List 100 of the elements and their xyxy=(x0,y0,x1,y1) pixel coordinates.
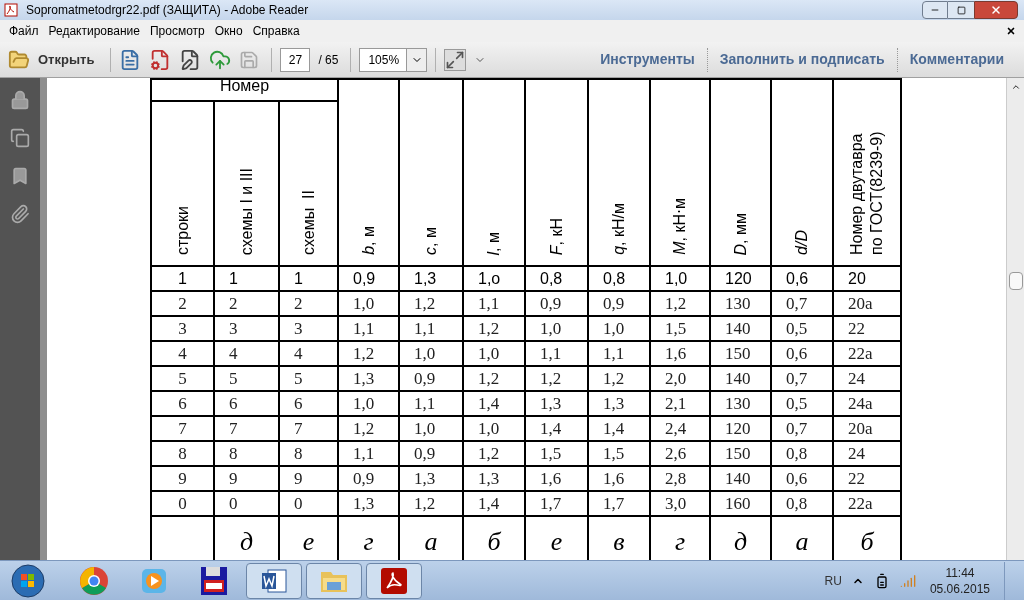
pdf-icon xyxy=(4,3,18,17)
table-cell: 0,9 xyxy=(414,368,436,388)
close-icon xyxy=(990,4,1002,16)
table-cell: 0 xyxy=(178,493,187,513)
zoom-dropdown[interactable]: 105% xyxy=(359,47,428,72)
menu-item[interactable]: Окно xyxy=(209,22,248,40)
full-screen-icon[interactable] xyxy=(444,48,467,71)
table-cell: 1,1 xyxy=(414,318,436,338)
signal-icon[interactable] xyxy=(899,572,916,589)
lock-icon[interactable] xyxy=(10,90,30,110)
panel-tab[interactable]: Инструменты xyxy=(588,49,707,70)
table-cell: 2 xyxy=(294,293,303,313)
restore-icon xyxy=(956,5,966,15)
group-header: Номер xyxy=(219,78,270,94)
table-cell: 1,0 xyxy=(353,293,375,313)
scheme-letter: в xyxy=(613,527,625,556)
menu-item[interactable]: Редактирование xyxy=(43,22,145,40)
table-cell: 7 xyxy=(178,418,187,438)
table-cell: 1,6 xyxy=(665,343,687,363)
table-cell: 1,2 xyxy=(665,293,687,313)
start-button[interactable] xyxy=(8,562,48,599)
restore-button[interactable] xyxy=(948,1,974,19)
table-cell: 1,2 xyxy=(353,343,375,363)
bookmark-icon[interactable] xyxy=(10,166,30,186)
page-number-field[interactable]: 27 xyxy=(280,47,311,72)
table-cell: 0,7 xyxy=(786,293,808,313)
scrollbar[interactable] xyxy=(1006,78,1024,560)
table-cell: 1,0 xyxy=(414,343,436,363)
table-cell: 3 xyxy=(294,318,303,338)
table-cell: 1,1 xyxy=(478,293,500,313)
table-cell: 0,6 xyxy=(786,269,809,287)
minimize-button[interactable] xyxy=(922,1,948,19)
table-cell: 150 xyxy=(725,443,751,463)
menu-item[interactable]: Файл xyxy=(4,22,44,40)
browser-icon xyxy=(79,565,109,596)
table-cell: 2,0 xyxy=(665,368,687,388)
table-cell: 7 xyxy=(229,418,238,438)
table-cell: 0,6 xyxy=(786,468,808,488)
table-cell: 130 xyxy=(725,393,751,413)
table-cell: 1,4 xyxy=(603,418,625,438)
table-cell: 2,8 xyxy=(665,468,687,488)
table-cell: 1,0 xyxy=(478,418,500,438)
table-cell: 1,0 xyxy=(414,418,436,438)
table-cell: 2,6 xyxy=(665,443,687,463)
scheme-letter: б xyxy=(487,527,501,556)
table-cell: 1,2 xyxy=(478,318,500,338)
page-count: / 65 xyxy=(318,51,339,69)
save-icon[interactable] xyxy=(239,49,260,70)
column-header: c, м xyxy=(421,227,440,255)
table-cell: 3 xyxy=(178,318,187,338)
table-cell: 150 xyxy=(725,343,751,363)
column-header: M, кН⋅м xyxy=(670,198,689,255)
table-cell: 1,0 xyxy=(665,269,688,287)
cloud-upload-icon[interactable] xyxy=(209,48,232,71)
open-button[interactable]: Открыть xyxy=(8,48,103,71)
table-cell: 0,8 xyxy=(603,269,626,287)
table-cell: 0,9 xyxy=(353,269,376,287)
taskbar-app[interactable] xyxy=(366,562,422,599)
scrollbar-thumb[interactable] xyxy=(1008,272,1023,290)
table-cell: 1,4 xyxy=(478,393,500,413)
table-cell: 1,3 xyxy=(540,393,562,413)
table-cell: 4 xyxy=(229,343,238,363)
scheme-letter: г xyxy=(674,527,686,556)
clock[interactable]: 11:44 05.06.2015 xyxy=(925,564,994,597)
table-cell: 0,8 xyxy=(786,493,808,513)
table-cell: 0 xyxy=(294,493,303,513)
table-cell: 1 xyxy=(229,269,238,287)
scheme-letter: д xyxy=(733,527,748,556)
table-cell: 24 xyxy=(848,443,865,463)
table-cell: 1,1 xyxy=(603,343,625,363)
table-cell: 1,2 xyxy=(603,368,625,388)
table-cell: 1,3 xyxy=(414,468,436,488)
table-cell: 1,4 xyxy=(540,418,562,438)
table-cell: 4 xyxy=(294,343,303,363)
table-cell: 9 xyxy=(294,468,303,488)
pages-icon[interactable] xyxy=(10,128,30,148)
table-cell: 1,3 xyxy=(353,493,375,513)
table-cell: 2,4 xyxy=(665,418,687,438)
column-header: b, м xyxy=(358,226,378,255)
panel-tab[interactable]: Комментарии xyxy=(897,49,1016,70)
paperclip-icon[interactable] xyxy=(10,204,30,224)
window-title: Sopromatmetodrgr22.pdf (ЗАЩИТА) - Adobe Reader xyxy=(26,2,309,19)
table-cell: 0,7 xyxy=(786,368,808,388)
scheme-letter: д xyxy=(239,527,254,556)
scroll-up-icon[interactable] xyxy=(1010,82,1021,92)
table-cell: 1,2 xyxy=(478,368,500,388)
table-cell: 1 xyxy=(178,269,187,287)
menu-item[interactable]: Просмотр xyxy=(144,22,210,40)
table-cell: 20 xyxy=(848,269,866,287)
close-button[interactable] xyxy=(974,1,1018,19)
language-indicator[interactable]: RU xyxy=(824,571,842,590)
table-cell: 1,1 xyxy=(540,343,562,363)
table-cell: 0,9 xyxy=(540,293,562,313)
table-cell: 140 xyxy=(725,318,751,338)
menu-item[interactable]: Справка xyxy=(247,22,305,40)
taskbar-app[interactable] xyxy=(246,562,302,599)
table-cell: 1,2 xyxy=(478,443,500,463)
table-cell: 8 xyxy=(229,443,238,463)
panel-tab[interactable]: Заполнить и подписать xyxy=(707,49,897,70)
close-document-icon[interactable] xyxy=(1006,26,1016,36)
